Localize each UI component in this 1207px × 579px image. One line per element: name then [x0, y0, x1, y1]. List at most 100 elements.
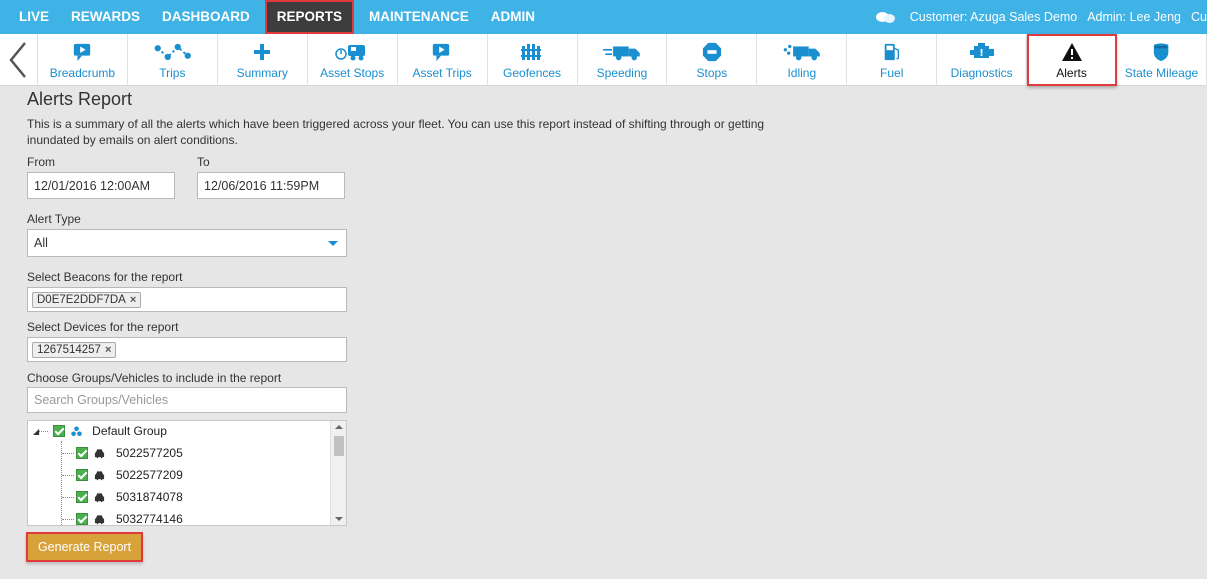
tree-row-vehicle[interactable]: 5022577209: [76, 465, 183, 485]
expand-triangle-icon[interactable]: ◢: [33, 427, 39, 436]
checkbox-checked-icon[interactable]: [76, 491, 88, 503]
nav-reports[interactable]: REPORTS: [264, 0, 355, 34]
beacons-label: Select Beacons for the report: [27, 270, 183, 284]
breadcrumb-icon: [72, 41, 94, 63]
tab-breadcrumb[interactable]: Breadcrumb: [38, 34, 128, 86]
tree-row-group[interactable]: ◢ Default Group: [33, 421, 167, 441]
groups-tree: ◢ Default Group 5022577205 5022577209 50…: [27, 420, 347, 526]
tree-row-vehicle[interactable]: 5031874078: [76, 487, 183, 507]
trips-icon: [154, 41, 192, 63]
scroll-thumb[interactable]: [334, 436, 344, 456]
chevron-down-icon: [328, 241, 338, 246]
tree-connector: [62, 497, 74, 498]
devices-multiselect[interactable]: 1267514257 ×: [27, 337, 347, 362]
alert-type-label: Alert Type: [27, 212, 81, 226]
to-date-input[interactable]: 12/06/2016 11:59PM: [197, 172, 345, 199]
tab-state-mileage[interactable]: State Mileage: [1117, 34, 1207, 86]
admin-name[interactable]: Admin: Lee Jeng: [1087, 10, 1181, 24]
page-title: Alerts Report: [27, 89, 133, 109]
tab-label: Breadcrumb: [49, 66, 116, 80]
tab-asset-trips[interactable]: Asset Trips: [398, 34, 488, 86]
report-header: Alerts Report This is a summary of all t…: [27, 86, 827, 148]
customer-name[interactable]: Customer: Azuga Sales Demo: [910, 10, 1077, 24]
tab-label: Fuel: [880, 66, 904, 80]
tab-summary[interactable]: Summary: [218, 34, 308, 86]
close-icon[interactable]: ×: [105, 344, 111, 356]
nav-live[interactable]: LIVE: [0, 0, 60, 34]
tree-connector: [62, 475, 74, 476]
to-date-value: 12/06/2016 11:59PM: [204, 178, 320, 193]
tab-stops[interactable]: Stops: [667, 34, 758, 86]
search-placeholder: Search Groups/Vehicles: [34, 393, 169, 407]
tree-scrollbar[interactable]: [330, 421, 346, 525]
tab-label: State Mileage: [1124, 66, 1199, 80]
tree-connector: [62, 453, 74, 454]
alert-type-select[interactable]: All: [27, 229, 347, 257]
nav-overflow-text[interactable]: Cu: [1191, 10, 1207, 24]
car-icon: [94, 470, 105, 480]
stop-hexagon-icon: [702, 41, 722, 63]
vehicle-id: 5022577209: [116, 468, 183, 482]
trailer-icon: [335, 41, 369, 63]
tab-asset-stops[interactable]: Asset Stops: [308, 34, 398, 86]
tab-idling[interactable]: Idling: [757, 34, 848, 86]
scroll-up-icon[interactable]: [335, 425, 343, 429]
groups-label: Choose Groups/Vehicles to include in the…: [27, 371, 282, 385]
tab-label: Summary: [236, 66, 288, 80]
device-chip-label: 1267514257: [37, 343, 101, 356]
tab-label: Trips: [159, 66, 186, 80]
speeding-truck-icon: [602, 41, 642, 63]
tab-diagnostics[interactable]: ! Diagnostics: [937, 34, 1028, 86]
scroll-down-icon[interactable]: [335, 517, 343, 521]
tab-speeding[interactable]: Speeding: [578, 34, 668, 86]
back-button[interactable]: [0, 34, 38, 86]
nav-admin[interactable]: ADMIN: [480, 0, 546, 34]
from-date-value: 12/01/2016 12:00AM: [34, 178, 151, 193]
checkbox-checked-icon[interactable]: [76, 513, 88, 525]
nav-rewards[interactable]: REWARDS: [60, 0, 151, 34]
chat-icon[interactable]: [875, 10, 898, 24]
group-icon: [71, 425, 82, 436]
engine-icon: !: [967, 41, 997, 63]
search-input[interactable]: Search Groups/Vehicles: [27, 387, 347, 413]
vehicle-id: 5032774146: [116, 512, 183, 526]
device-chip: 1267514257 ×: [32, 341, 117, 358]
car-icon: [94, 514, 105, 524]
checkbox-checked-icon[interactable]: [53, 425, 66, 437]
tab-fuel[interactable]: Fuel: [847, 34, 938, 86]
nav-dashboard[interactable]: DASHBOARD: [151, 0, 261, 34]
nav-maintenance[interactable]: MAINTENANCE: [358, 0, 480, 34]
beacon-chip: D0E7E2DDF7DA ×: [32, 291, 142, 308]
tab-alerts[interactable]: Alerts: [1027, 34, 1118, 86]
tab-label: Stops: [696, 66, 728, 80]
plus-icon: [252, 41, 272, 63]
tree-connector: [62, 519, 74, 520]
close-icon[interactable]: ×: [130, 294, 136, 306]
tab-trips[interactable]: Trips: [128, 34, 218, 86]
beacons-multiselect[interactable]: D0E7E2DDF7DA ×: [27, 287, 347, 312]
tree-row-vehicle[interactable]: 5022577205: [76, 443, 183, 463]
tree-row-vehicle[interactable]: 5032774146: [76, 509, 183, 526]
report-description: This is a summary of all the alerts whic…: [27, 117, 765, 147]
fuel-pump-icon: [882, 41, 902, 63]
group-name: Default Group: [92, 424, 167, 438]
svg-text:!: !: [979, 48, 984, 59]
user-info: Customer: Azuga Sales Demo Admin: Lee Je…: [866, 10, 1207, 24]
checkbox-checked-icon[interactable]: [76, 447, 88, 459]
highway-shield-icon: [1152, 41, 1170, 63]
to-label: To: [197, 155, 210, 169]
car-icon: [94, 492, 105, 502]
vehicle-id: 5022577205: [116, 446, 183, 460]
top-nav: LIVE REWARDS DASHBOARD REPORTS MAINTENAN…: [0, 0, 1207, 34]
from-date-input[interactable]: 12/01/2016 12:00AM: [27, 172, 175, 199]
asset-trips-icon: [431, 41, 453, 63]
checkbox-checked-icon[interactable]: [76, 469, 88, 481]
idling-truck-icon: [782, 41, 822, 63]
tab-geofences[interactable]: Geofences: [488, 34, 578, 86]
report-tab-bar: Breadcrumb Trips Summary Asset Stops Ass…: [0, 34, 1207, 86]
generate-report-button[interactable]: Generate Report: [26, 532, 143, 562]
tab-label: Geofences: [503, 66, 562, 80]
tab-label: Idling: [787, 66, 817, 80]
vehicle-id: 5031874078: [116, 490, 183, 504]
tab-label: Alerts: [1056, 66, 1087, 80]
